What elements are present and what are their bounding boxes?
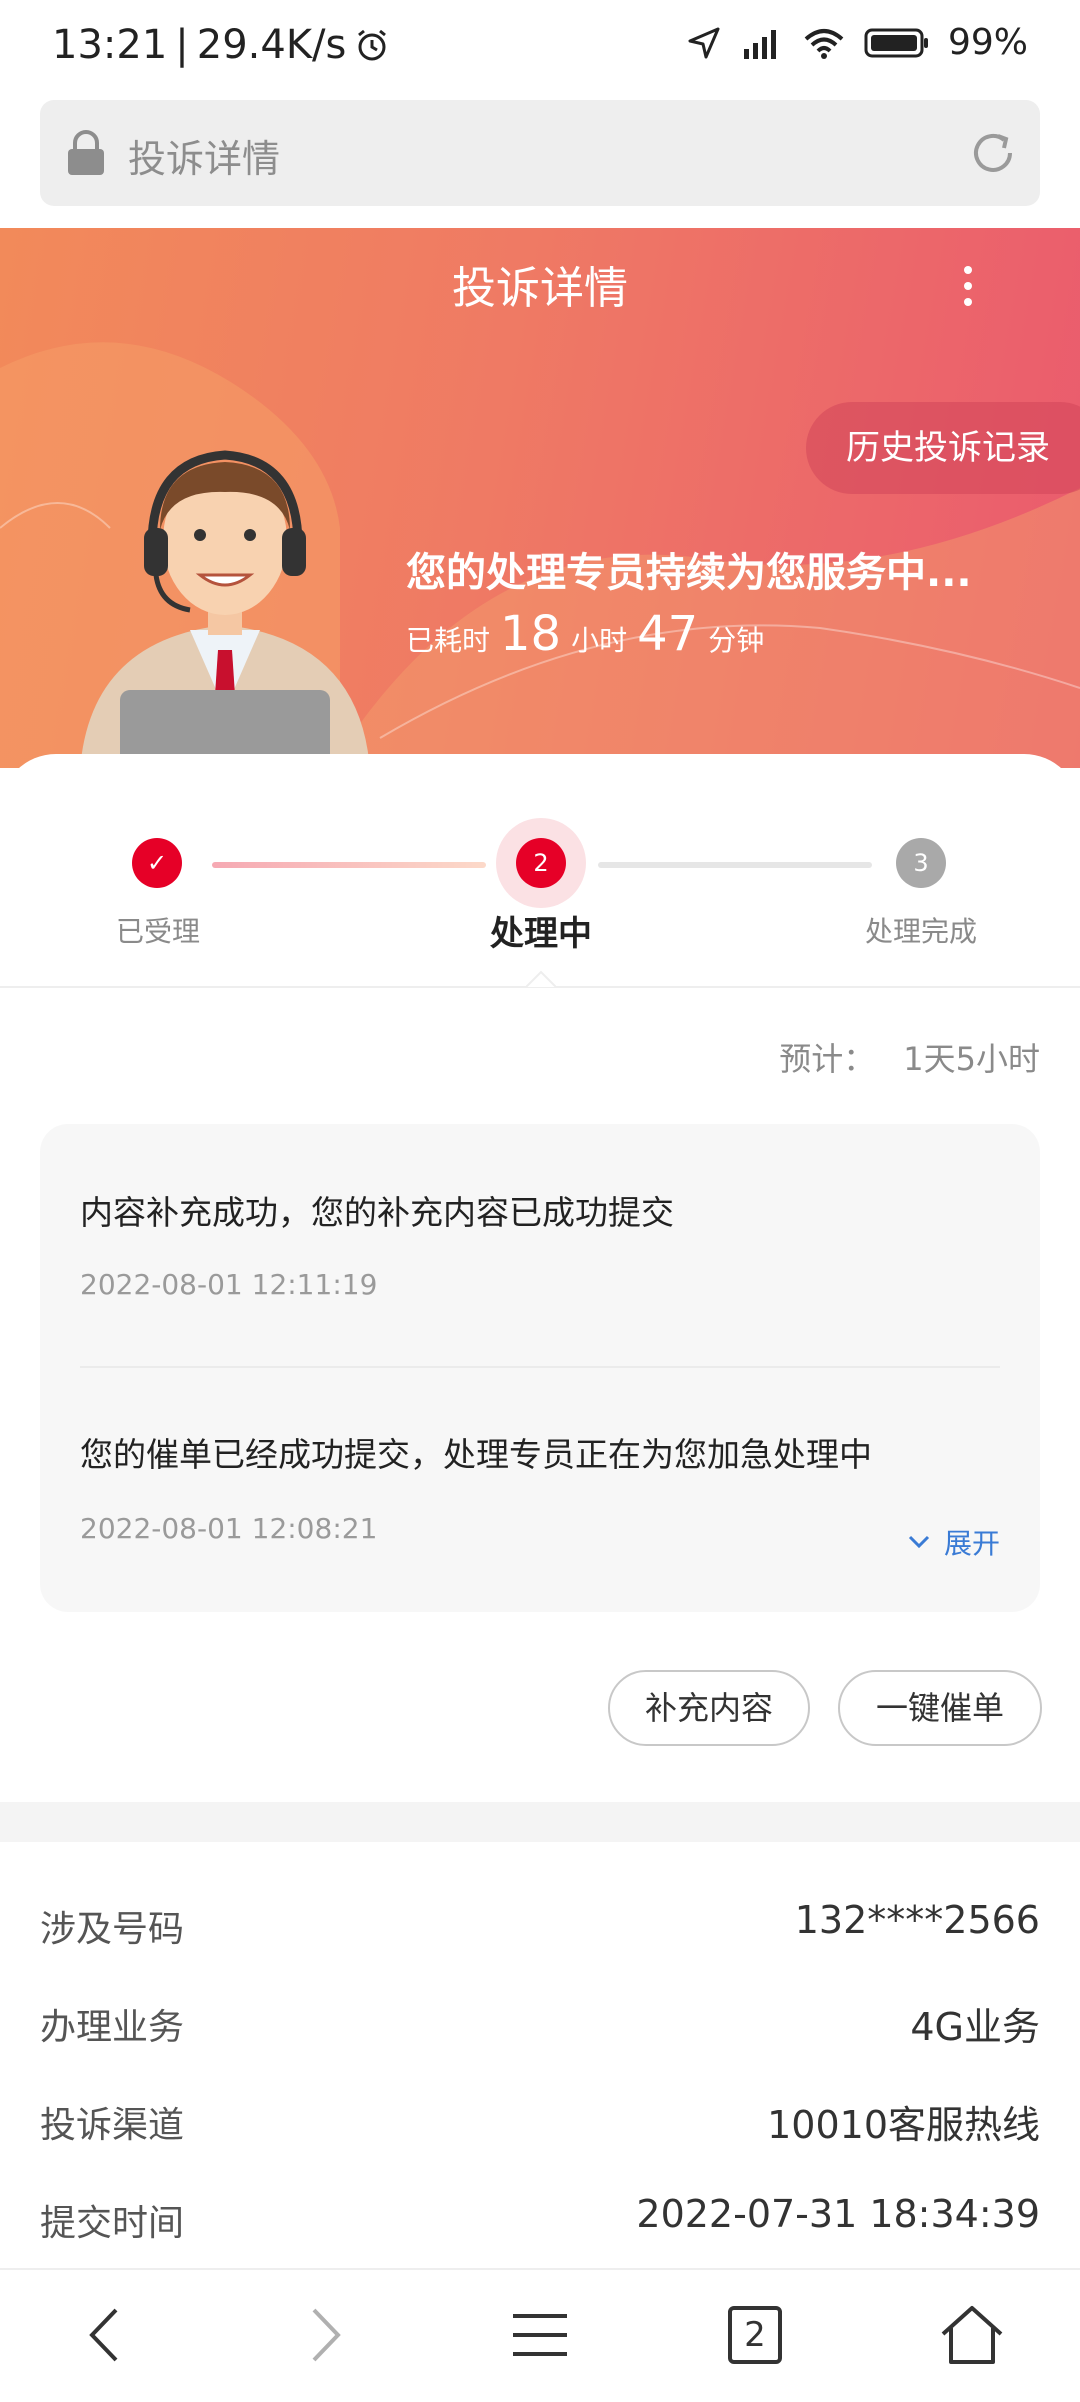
- timeline-item-text: 您的催单已经成功提交，处理专员正在为您加急处理中: [80, 1435, 872, 1474]
- info-value-submit-time: 2022-07-31 18:34:39: [636, 2192, 1040, 2236]
- forward-icon[interactable]: [288, 2300, 358, 2370]
- status-left: 13:21 | 29.4K/s: [52, 22, 390, 68]
- step-pointer-icon: [526, 970, 556, 988]
- back-icon[interactable]: [72, 2300, 142, 2370]
- elapsed-time: 已耗时 18 小时 47 分钟: [406, 606, 764, 662]
- progress-line-pending: [598, 862, 872, 868]
- status-speed: 29.4K/s: [196, 22, 347, 68]
- progress-line-done: [212, 862, 486, 868]
- tabs-button[interactable]: 2: [720, 2300, 790, 2370]
- step-accepted-check-icon: ✓: [132, 838, 182, 888]
- elapsed-minutes: 47: [637, 606, 699, 662]
- elapsed-minutes-unit: 分钟: [708, 624, 765, 657]
- page-title: 投诉详情: [452, 263, 628, 314]
- elapsed-prefix: 已耗时: [406, 624, 491, 657]
- expand-label: 展开: [944, 1527, 1001, 1560]
- step-completed-marker: 3: [896, 838, 946, 888]
- service-message: 您的处理专员持续为您服务中...: [406, 550, 972, 596]
- timeline-item-time: 2022-08-01 12:11:19: [80, 1268, 378, 1301]
- estimate: 预计： 1天5小时: [779, 1034, 1040, 1080]
- info-value-channel: 10010客服热线: [767, 2103, 1040, 2147]
- supplement-content-button[interactable]: 补充内容: [608, 1670, 810, 1746]
- step-completed-label: 处理完成: [864, 915, 977, 948]
- signal-icon: [743, 29, 776, 59]
- menu-icon[interactable]: [505, 2300, 575, 2370]
- timeline-item-time: 2022-08-01 12:08:21: [80, 1512, 378, 1545]
- info-value-service: 4G业务: [910, 2005, 1040, 2049]
- customer-service-agent-illustration: [80, 450, 370, 770]
- history-complaints-button[interactable]: 历史投诉记录: [806, 402, 1080, 494]
- expand-button[interactable]: 展开: [908, 1522, 1000, 1562]
- status-time: 13:21: [52, 22, 168, 68]
- estimate-value: 1天5小时: [903, 1040, 1040, 1078]
- home-icon[interactable]: [937, 2300, 1007, 2370]
- step-processing-label: 处理中: [490, 914, 592, 954]
- location-icon: [688, 27, 720, 58]
- address-bar-text[interactable]: 投诉详情: [128, 128, 280, 183]
- info-label-service: 办理业务: [40, 2007, 185, 2048]
- alarm-icon: [358, 29, 387, 61]
- elapsed-hours-unit: 小时: [571, 624, 628, 657]
- battery-level: 99%: [947, 22, 1028, 63]
- status-separator: |: [175, 22, 189, 68]
- info-label-channel: 投诉渠道: [40, 2105, 185, 2146]
- wifi-icon: [804, 28, 844, 59]
- info-label-submit-time: 提交时间: [40, 2203, 185, 2244]
- step-processing-marker: 2: [516, 838, 566, 888]
- timeline-item-text: 内容补充成功，您的补充内容已成功提交: [80, 1193, 674, 1232]
- chevron-down-icon: [908, 1535, 930, 1549]
- more-menu-icon[interactable]: [956, 262, 980, 310]
- info-label-number: 涉及号码: [40, 1909, 185, 1950]
- lock-icon: [68, 130, 104, 175]
- battery-icon: [864, 28, 928, 57]
- estimate-label: 预计：: [779, 1040, 876, 1078]
- status-right: 99%: [686, 22, 1028, 63]
- info-value-number: 132****2566: [794, 1898, 1040, 1942]
- elapsed-hours: 18: [500, 606, 562, 662]
- timeline-divider: [80, 1366, 1000, 1368]
- step-accepted-label: 已受理: [115, 915, 200, 948]
- urge-button[interactable]: 一键催单: [838, 1670, 1042, 1746]
- section-divider: [0, 1802, 1080, 1842]
- tab-count: 2: [744, 2315, 766, 2355]
- reload-icon[interactable]: [966, 126, 1020, 180]
